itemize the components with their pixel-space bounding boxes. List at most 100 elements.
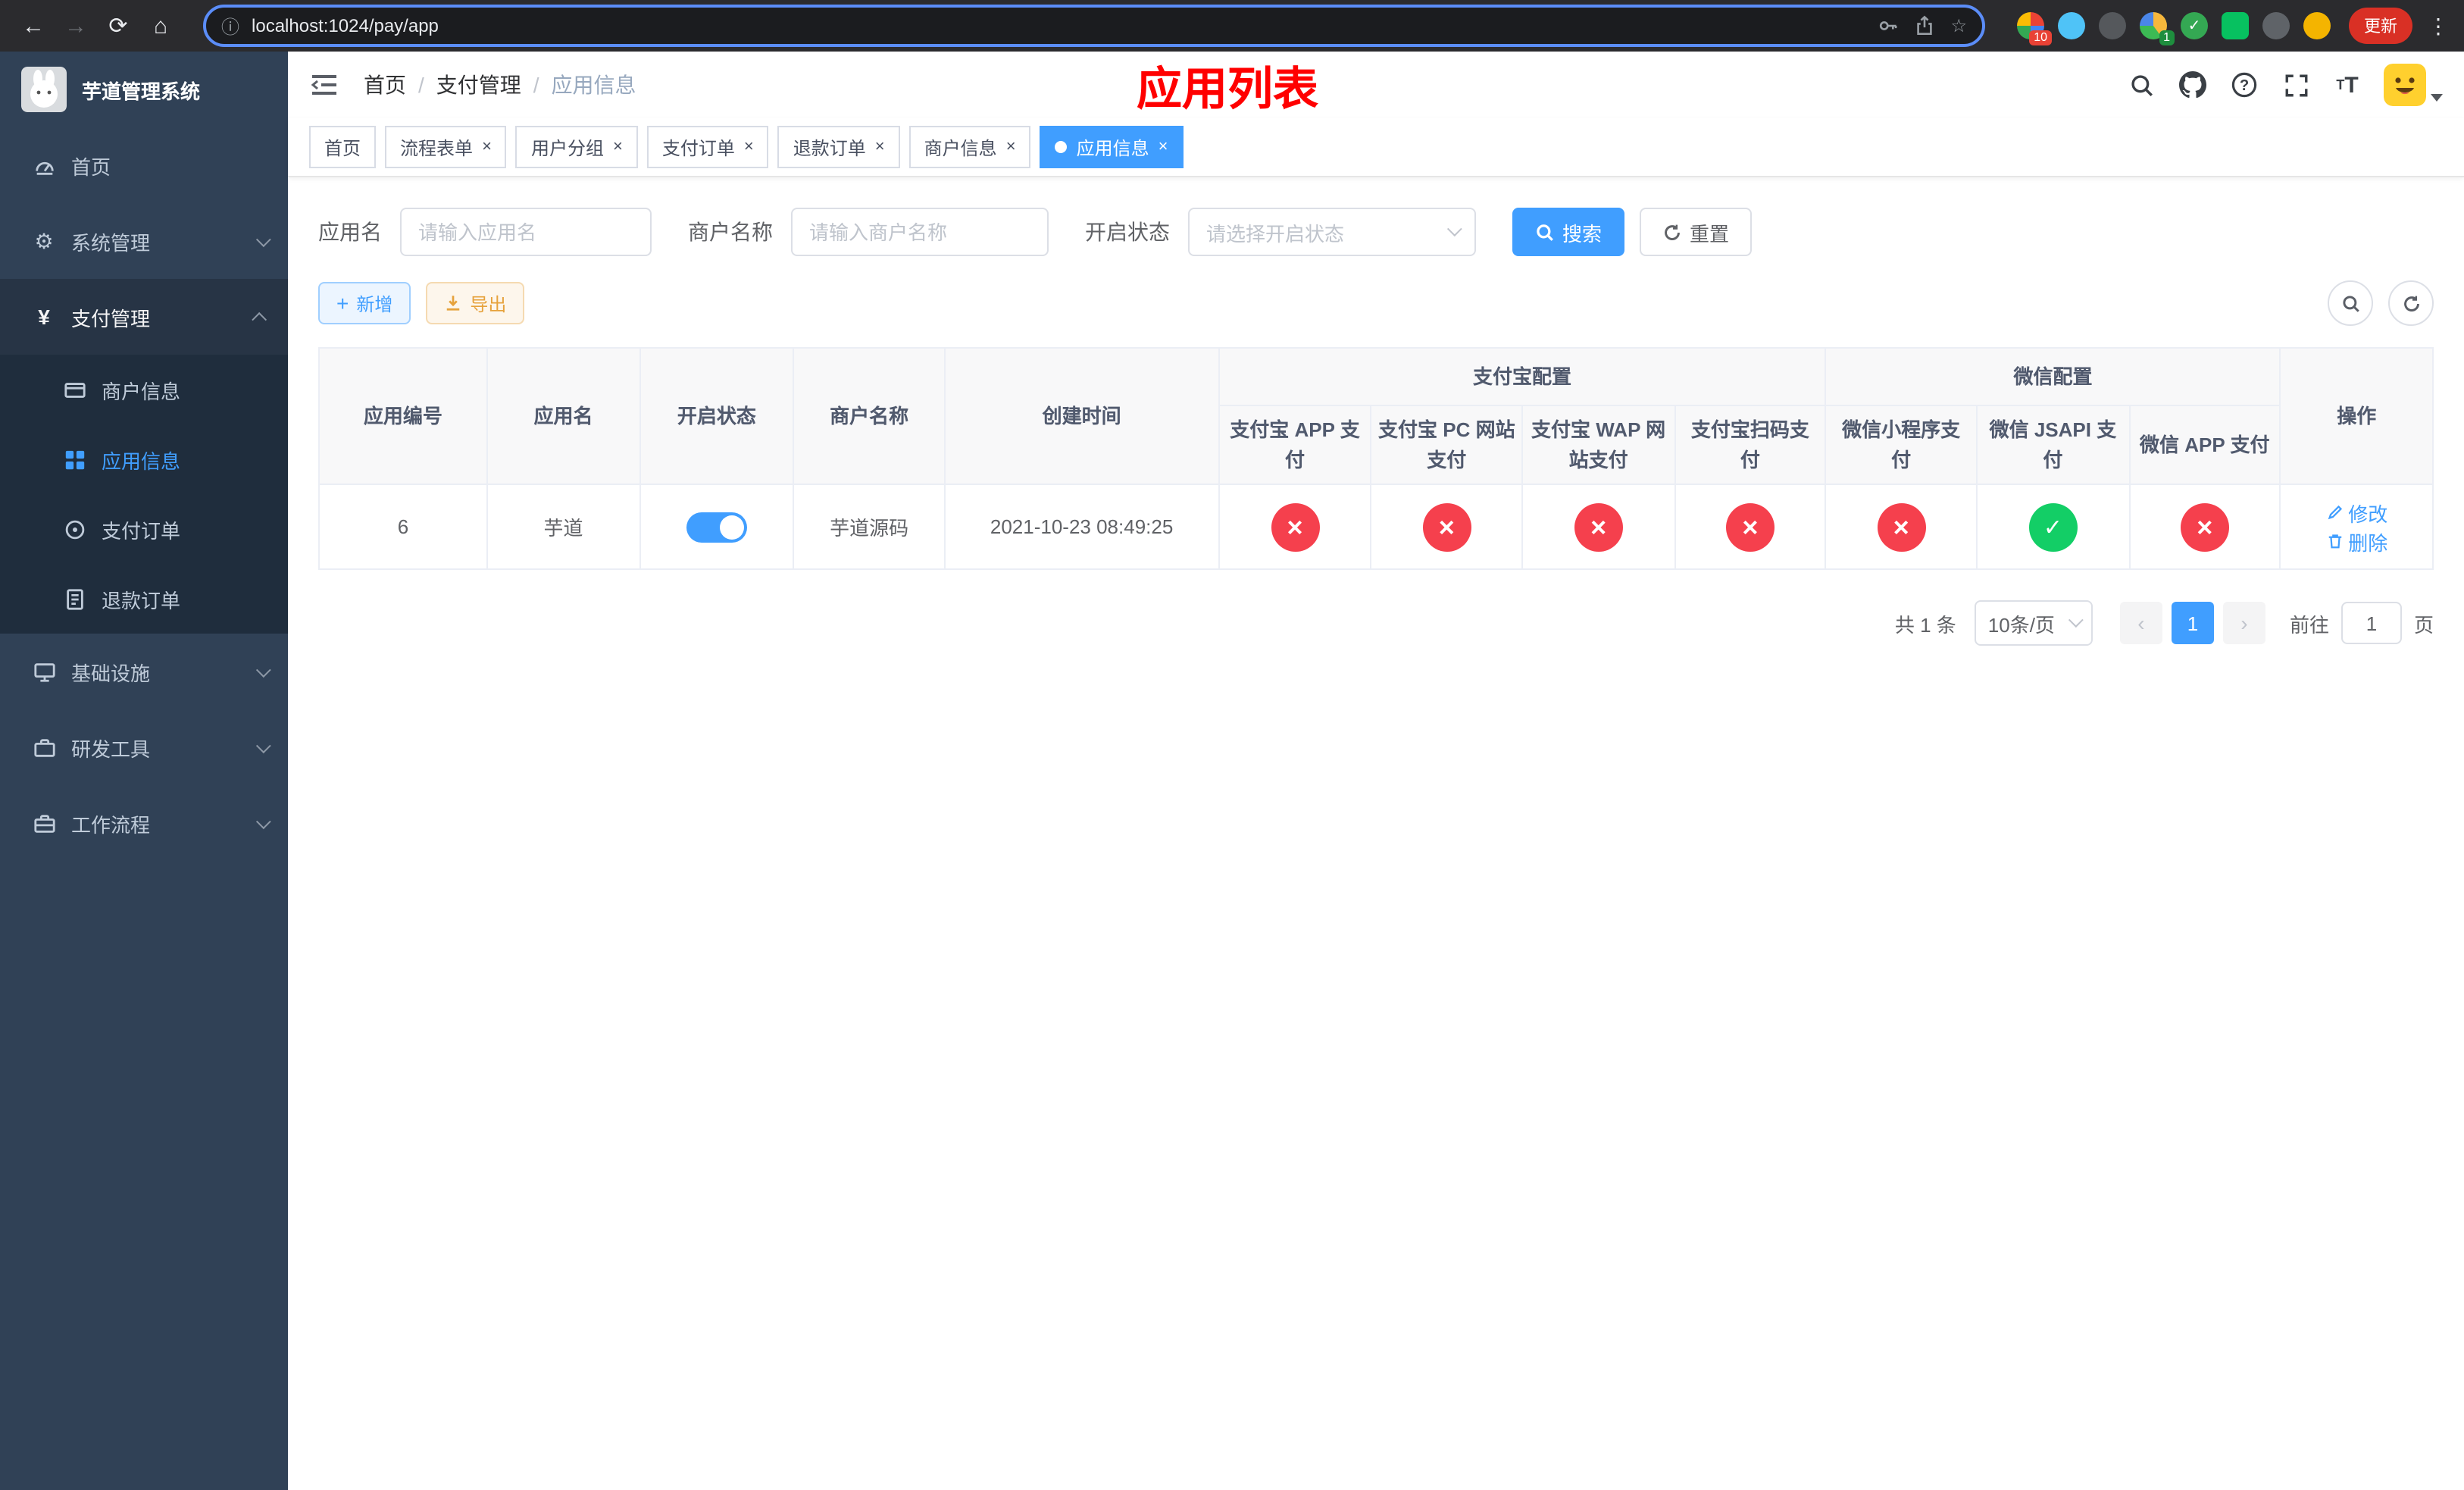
- search-icon: [1535, 222, 1555, 242]
- reset-button-label: 重置: [1690, 222, 1730, 245]
- sidebar-item-app-info[interactable]: 应用信息: [0, 424, 288, 494]
- page-content: 应用名 商户名称 开启状态 请选择开启状态: [288, 177, 2464, 1490]
- site-info-icon[interactable]: ⓘ: [221, 13, 239, 39]
- help-icon[interactable]: ?: [2229, 70, 2259, 100]
- extension-icon-1[interactable]: 10: [2017, 12, 2052, 45]
- status-select[interactable]: 请选择开启状态: [1188, 208, 1476, 256]
- sidebar-item-label: 支付订单: [102, 519, 181, 542]
- sidebar-item-label: 首页: [71, 155, 111, 178]
- sidebar-item-refund-order[interactable]: 退款订单: [0, 564, 288, 634]
- sidebar-logo[interactable]: 芋道管理系统: [0, 52, 288, 127]
- browser-forward-button[interactable]: →: [58, 8, 94, 44]
- merchant-name-input[interactable]: [791, 208, 1049, 256]
- extension-icon-8[interactable]: [2303, 12, 2331, 39]
- sidebar-item-system[interactable]: ⚙ 系统管理: [0, 203, 288, 279]
- sidebar-item-label: 退款订单: [102, 589, 181, 612]
- search-icon[interactable]: [2126, 70, 2156, 100]
- bookmark-star-icon[interactable]: ☆: [1950, 15, 1967, 36]
- tab-label: 首页: [324, 137, 361, 158]
- prev-page-button[interactable]: ‹: [2119, 602, 2162, 644]
- tab-user-group[interactable]: 用户分组 ×: [515, 126, 638, 168]
- avatar: [2384, 64, 2426, 106]
- delete-link[interactable]: 删除: [2325, 527, 2387, 556]
- breadcrumb-section[interactable]: 支付管理: [436, 70, 521, 100]
- search-button[interactable]: 搜索: [1512, 208, 1625, 256]
- tab-label: 应用信息: [1076, 137, 1149, 158]
- fullscreen-icon[interactable]: [2281, 70, 2311, 100]
- edit-link[interactable]: 修改: [2325, 498, 2387, 527]
- pagination: 共 1 条 10条/页 ‹ 1 › 前往 页: [318, 600, 2434, 646]
- tab-app-info[interactable]: 应用信息 ×: [1040, 126, 1184, 168]
- close-icon[interactable]: ×: [1159, 138, 1168, 155]
- sidebar-toggle-icon[interactable]: [309, 70, 339, 100]
- font-size-icon[interactable]: TT: [2332, 70, 2362, 100]
- page-1-button[interactable]: 1: [2171, 602, 2214, 644]
- tab-refund-order[interactable]: 退款订单 ×: [777, 126, 900, 168]
- breadcrumb-separator: /: [418, 73, 424, 97]
- dashboard-icon: [30, 153, 58, 177]
- share-icon[interactable]: [1914, 15, 1935, 36]
- add-button[interactable]: + 新增: [318, 282, 411, 324]
- tags-view-bar: 首页 流程表单 × 用户分组 × 支付订单 × 退款订单 × 商户信息 × 应用信息 ×: [288, 118, 2464, 177]
- payment-submenu: 商户信息 应用信息 支付订单 退款订单: [0, 355, 288, 634]
- toggle-search-button[interactable]: [2328, 280, 2373, 326]
- github-icon[interactable]: [2178, 70, 2208, 100]
- extension-icon-5[interactable]: ✓: [2181, 12, 2208, 39]
- password-key-icon[interactable]: [1878, 15, 1899, 36]
- cell-app-id: 6: [318, 484, 488, 570]
- extension-icon-2[interactable]: [2058, 12, 2085, 39]
- sidebar-item-merchant-info[interactable]: 商户信息: [0, 355, 288, 424]
- sidebar-item-label: 商户信息: [102, 380, 181, 402]
- sidebar-item-home[interactable]: 首页: [0, 127, 288, 203]
- close-icon[interactable]: ×: [482, 138, 492, 155]
- group-header-alipay: 支付宝配置: [1218, 347, 1827, 406]
- address-bar[interactable]: ⓘ localhost:1024/pay/app ☆: [203, 5, 1985, 47]
- refresh-table-button[interactable]: [2388, 280, 2434, 326]
- col-header-alipay-app: 支付宝 APP 支付: [1218, 405, 1372, 485]
- close-icon[interactable]: ×: [613, 138, 623, 155]
- user-menu[interactable]: [2384, 64, 2443, 106]
- tab-merchant-info[interactable]: 商户信息 ×: [908, 126, 1031, 168]
- browser-update-button[interactable]: 更新: [2349, 8, 2412, 44]
- goto-page-input[interactable]: [2340, 602, 2402, 644]
- page-size-select[interactable]: 10条/页: [1974, 600, 2093, 646]
- breadcrumb-home[interactable]: 首页: [364, 70, 406, 100]
- extension-icon-6[interactable]: [2222, 12, 2249, 39]
- page-title: 应用列表: [1137, 65, 1318, 115]
- extension-icon-3[interactable]: [2099, 12, 2126, 39]
- browser-reload-button[interactable]: ⟳: [100, 8, 136, 44]
- reset-button[interactable]: 重置: [1640, 208, 1753, 256]
- col-header-status: 开启状态: [639, 347, 795, 485]
- extension-puzzle-icon[interactable]: [2262, 12, 2290, 39]
- sidebar: 芋道管理系统 首页 ⚙ 系统管理 ¥ 支付管理 商户信息 应用信息 支付订单 退…: [0, 52, 288, 1490]
- tab-home[interactable]: 首页: [309, 126, 377, 168]
- export-button[interactable]: 导出: [426, 282, 525, 324]
- browser-back-button[interactable]: ←: [15, 8, 52, 44]
- browser-menu-icon[interactable]: ⋮: [2428, 13, 2449, 39]
- app-name-input[interactable]: [400, 208, 652, 256]
- toggle-knob: [719, 515, 744, 539]
- url-text: localhost:1024/pay/app: [252, 15, 439, 36]
- alipay-wap-pay-status-icon: [1574, 502, 1623, 551]
- chevron-down-icon: [255, 813, 271, 829]
- top-navbar: 首页 / 支付管理 / 应用信息 应用列表 ? T T: [288, 52, 2464, 118]
- sidebar-item-payment[interactable]: ¥ 支付管理: [0, 279, 288, 355]
- next-page-button[interactable]: ›: [2222, 602, 2265, 644]
- status-toggle[interactable]: [686, 512, 747, 542]
- merchant-name-label: 商户名称: [688, 220, 773, 244]
- close-icon[interactable]: ×: [744, 138, 754, 155]
- toolbox-icon: [30, 735, 58, 759]
- sidebar-item-infra[interactable]: 基础设施: [0, 634, 288, 709]
- table-toolbar: + 新增 导出: [318, 280, 2434, 326]
- sidebar-item-pay-order[interactable]: 支付订单: [0, 494, 288, 564]
- close-icon[interactable]: ×: [1006, 138, 1016, 155]
- close-icon[interactable]: ×: [875, 138, 885, 155]
- extension-icon-4[interactable]: 1: [2140, 12, 2175, 45]
- sidebar-item-workflow[interactable]: 工作流程: [0, 785, 288, 861]
- tab-process-form[interactable]: 流程表单 ×: [385, 126, 507, 168]
- browser-home-button[interactable]: ⌂: [142, 8, 179, 44]
- page-size-value: 10条/页: [1987, 613, 2055, 636]
- tab-pay-order[interactable]: 支付订单 ×: [646, 126, 769, 168]
- sidebar-item-devtools[interactable]: 研发工具: [0, 709, 288, 785]
- tab-label: 流程表单: [400, 137, 474, 158]
